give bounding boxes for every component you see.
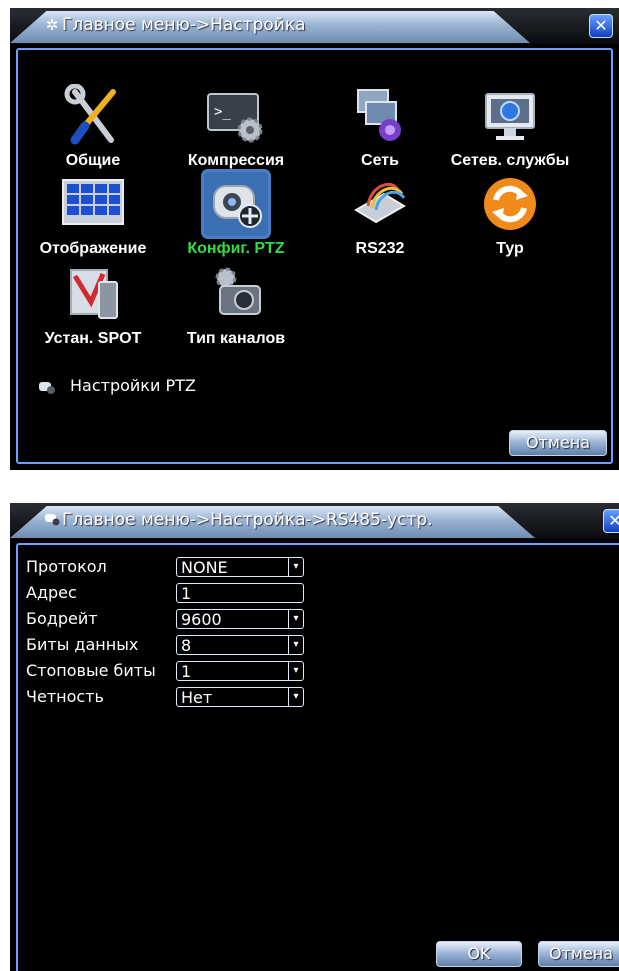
setup-menu-dialog: ✲ Главное меню->Настройка ✕ Общие >_ Ком… [10,8,619,470]
menu-label: Отображение [39,240,147,257]
camera-icon [204,262,268,326]
refresh-icon [478,172,542,236]
menu-item-general[interactable]: Общие [33,83,153,170]
title-bar: ✲ Главное меню->Настройка ✕ [10,8,619,44]
databits-select[interactable]: 8 ▾ [176,635,304,655]
chevron-down-icon: ▾ [288,636,303,654]
menu-item-channel-type[interactable]: Тип каналов [176,262,296,348]
close-button[interactable]: ✕ [603,509,619,533]
dialog-title: Главное меню->Настройка [62,15,306,35]
stopbits-select[interactable]: 1 ▾ [176,661,304,681]
menu-item-tour[interactable]: Тур [450,172,570,258]
field-label: Бодрейт [26,609,98,628]
settings-panel: Протокол NONE ▾ Адрес 1 Бодрейт 9600 ▾ Бит… [16,543,619,971]
menu-label: Тип каналов [186,330,286,347]
address-input[interactable]: 1 [176,583,304,603]
protocol-select[interactable]: NONE ▾ [176,557,304,577]
menu-item-display[interactable]: Отображение [33,172,153,258]
cancel-button[interactable]: Отмена [509,430,607,456]
field-label: Биты данных [26,635,139,654]
ptz-hint-icon [38,379,56,394]
field-label: Стоповые биты [26,661,156,680]
menu-label: Сеть [361,152,399,169]
rs485-settings-dialog: Главное меню->Настройка->RS485-устр. ✕ П… [10,503,619,971]
monitor-globe-icon [478,84,542,148]
chevron-down-icon: ▾ [288,610,303,628]
chevron-down-icon: ▾ [288,662,303,680]
menu-item-rs232[interactable]: RS232 [320,172,440,258]
field-label: Адрес [26,583,77,602]
menu-label: Тур [496,240,524,257]
menu-item-spot[interactable]: Устан. SPOT [33,262,153,348]
menu-label: Компрессия [187,152,285,169]
field-label: Четность [26,687,104,706]
close-button[interactable]: ✕ [589,14,613,38]
tools-icon [61,83,125,148]
title-bar: Главное меню->Настройка->RS485-устр. ✕ [10,503,619,539]
field-label: Протокол [26,557,107,576]
grid-display-icon [61,172,125,236]
status-hint: Настройки PTZ [38,375,196,395]
ptz-camera-icon [44,512,60,528]
chevron-down-icon: ▾ [288,688,303,706]
menu-label: RS232 [355,240,405,257]
menu-item-network[interactable]: Сеть [320,84,440,170]
svg-text:>_: >_ [214,104,231,120]
menu-item-ptz-config[interactable]: Конфиг. PTZ [176,172,296,258]
menu-label: Общие [65,152,121,169]
menu-label: Сетев. службы [450,152,570,169]
menu-panel: Общие >_ Компрессия Сеть Сетев. службы О… [16,48,613,464]
terminal-gear-icon: >_ [204,84,268,148]
chevron-down-icon: ▾ [288,558,303,576]
menu-label: Устан. SPOT [44,330,142,347]
serial-cable-icon [348,172,412,236]
network-icon [348,84,412,148]
hint-text: Настройки PTZ [70,376,196,395]
baudrate-select[interactable]: 9600 ▾ [176,609,304,629]
menu-item-net-services[interactable]: Сетев. службы [450,84,570,170]
gear-icon: ✲ [45,16,59,34]
parity-select[interactable]: Нет ▾ [176,687,304,707]
menu-item-compression[interactable]: >_ Компрессия [176,84,296,170]
dialog-title: Главное меню->Настройка->RS485-устр. [62,510,433,530]
ok-button[interactable]: OK [436,941,522,967]
spot-icon [61,262,125,326]
ptz-camera-icon [204,172,268,236]
cancel-button[interactable]: Отмена [538,941,619,967]
menu-label: Конфиг. PTZ [187,240,285,257]
